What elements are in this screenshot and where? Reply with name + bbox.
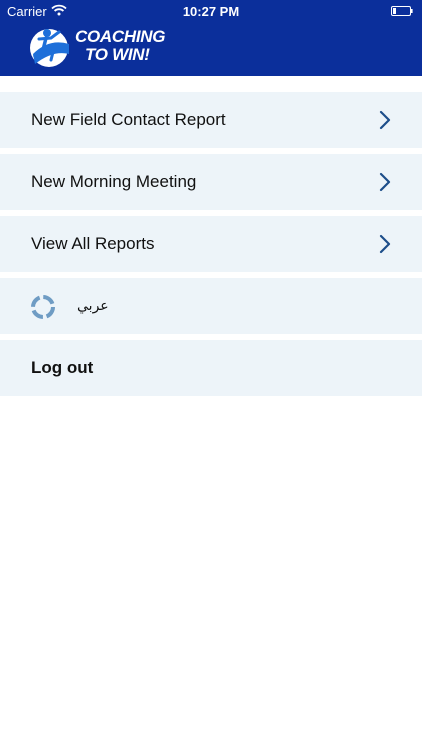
- app-header: Carrier 10:27 PM COACHING TO WIN!: [0, 0, 422, 76]
- menu-item-view-all-reports[interactable]: View All Reports: [0, 216, 422, 272]
- status-time: 10:27 PM: [182, 4, 240, 19]
- logo-line2: TO WIN!: [85, 45, 150, 64]
- language-label: عربي: [77, 298, 109, 314]
- menu-item-label: New Morning Meeting: [31, 172, 197, 191]
- menu-item-new-field-contact-report[interactable]: New Field Contact Report: [0, 92, 422, 148]
- logo-text: COACHING TO WIN!: [75, 28, 165, 64]
- status-bar: Carrier 10:27 PM: [0, 0, 422, 22]
- battery-low-icon: [391, 6, 413, 16]
- menu-item-label: New Field Contact Report: [31, 110, 226, 129]
- coaching-to-win-logo: COACHING TO WIN!: [25, 24, 165, 72]
- logout-label: Log out: [31, 358, 94, 377]
- chevron-right-icon: [379, 110, 391, 130]
- main-menu: New Field Contact Report New Morning Mee…: [0, 92, 422, 402]
- language-circle-icon: [31, 295, 55, 319]
- runner-figure-icon: [30, 29, 69, 67]
- menu-item-language-arabic[interactable]: عربي: [0, 278, 422, 334]
- chevron-right-icon: [379, 172, 391, 192]
- menu-item-new-morning-meeting[interactable]: New Morning Meeting: [0, 154, 422, 210]
- logo-line1: COACHING: [75, 27, 166, 46]
- chevron-right-icon: [379, 234, 391, 254]
- menu-item-label: View All Reports: [31, 234, 155, 253]
- logout-button[interactable]: Log out: [0, 340, 422, 396]
